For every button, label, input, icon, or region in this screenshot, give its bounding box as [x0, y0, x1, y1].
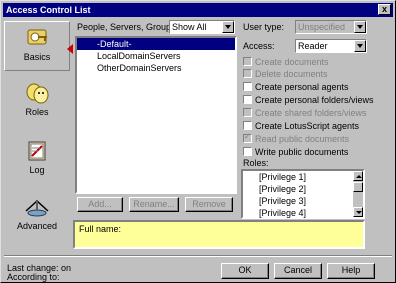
chevron-down-icon[interactable] — [222, 21, 234, 33]
full-name-label: Full name: — [79, 224, 122, 234]
user-type-value: Unspecified — [298, 22, 346, 32]
list-item[interactable]: [Privilege 2] — [243, 183, 363, 195]
checkbox-label: Create personal folders/views — [255, 95, 374, 105]
divider — [4, 255, 392, 257]
create-shared-folders-checkbox[interactable]: Create shared folders/views — [243, 108, 367, 120]
key-icon — [27, 29, 47, 45]
logbook-icon — [28, 141, 46, 161]
advanced-icon — [25, 199, 49, 217]
access-value: Reader — [298, 41, 328, 51]
nav-item-log[interactable]: Log — [4, 139, 70, 189]
ok-button[interactable]: OK — [221, 263, 269, 279]
selection-arrow-icon — [67, 44, 73, 54]
window-title: Access Control List — [6, 5, 91, 15]
checkbox-label: Create LotusScript agents — [255, 121, 360, 131]
nav-label-basics: Basics — [23, 52, 51, 62]
nav-item-advanced[interactable]: Advanced — [4, 195, 70, 245]
acl-dialog: Access Control List x Basics Roles Log A… — [0, 0, 396, 283]
read-public-documents-checkbox[interactable]: Read public documents — [243, 132, 350, 146]
chevron-down-icon[interactable] — [354, 21, 366, 33]
roles-scrollbar[interactable] — [353, 171, 363, 217]
list-item[interactable]: OtherDomainServers — [77, 62, 235, 74]
checkbox-label: Create documents — [255, 57, 329, 67]
nav-item-roles[interactable]: Roles — [4, 81, 70, 131]
masks-icon — [26, 83, 49, 104]
access-dropdown[interactable]: Reader — [295, 39, 367, 53]
cancel-button[interactable]: Cancel — [274, 263, 322, 279]
help-button[interactable]: Help — [327, 263, 375, 279]
nav-panel: Basics Roles Log Advanced — [4, 19, 73, 255]
checkbox-label: Write public documents — [255, 147, 349, 157]
checkbox-label: Create personal agents — [255, 82, 349, 92]
according-to-text: According to: — [7, 272, 60, 282]
access-label: Access: — [243, 41, 275, 51]
user-type-dropdown[interactable]: Unspecified — [295, 20, 367, 34]
chevron-down-icon[interactable] — [354, 40, 366, 52]
people-label: People, Servers, Groups: — [77, 22, 179, 32]
list-item[interactable]: [Privilege 3] — [243, 195, 363, 207]
create-documents-checkbox[interactable]: Create documents — [243, 57, 329, 69]
roles-list[interactable]: [Privilege 1] [Privilege 2] [Privilege 3… — [241, 169, 365, 219]
checkbox-box[interactable] — [243, 82, 252, 91]
scroll-down-icon[interactable] — [353, 207, 363, 217]
create-lotusscript-agents-checkbox[interactable]: Create LotusScript agents — [243, 121, 359, 133]
remove-button[interactable]: Remove — [185, 197, 233, 212]
people-filter-dropdown[interactable]: Show All — [169, 20, 235, 34]
checkbox-box[interactable] — [243, 147, 252, 156]
nav-label-advanced: Advanced — [16, 221, 58, 231]
rename-button[interactable]: Rename... — [129, 197, 179, 212]
checkbox-box[interactable] — [243, 108, 252, 117]
checkbox-box[interactable] — [243, 121, 252, 130]
roles-label: Roles: — [243, 158, 269, 168]
list-item[interactable]: [Privilege 1] — [243, 171, 363, 183]
checkbox-box[interactable] — [243, 69, 252, 78]
checkbox-label: Read public documents — [255, 134, 350, 144]
nav-label-roles: Roles — [25, 107, 49, 117]
create-personal-agents-checkbox[interactable]: Create personal agents — [243, 82, 349, 94]
delete-documents-checkbox[interactable]: Delete documents — [243, 69, 328, 81]
create-personal-folders-checkbox[interactable]: Create personal folders/views — [243, 95, 374, 107]
list-item[interactable]: -Default- — [77, 38, 235, 50]
close-button[interactable]: x — [378, 4, 391, 15]
people-filter-value: Show All — [172, 22, 207, 32]
scroll-up-icon[interactable] — [353, 171, 363, 181]
list-item[interactable]: LocalDomainServers — [77, 50, 235, 62]
checkbox-label: Create shared folders/views — [255, 108, 367, 118]
title-bar: Access Control List x — [3, 3, 393, 17]
full-name-panel: Full name: — [73, 220, 365, 249]
checkbox-label: Delete documents — [255, 69, 328, 79]
add-button[interactable]: Add... — [77, 197, 123, 212]
checkbox-box[interactable] — [243, 57, 252, 66]
list-item[interactable]: [Privilege 4] — [243, 207, 363, 219]
checkbox-box[interactable] — [243, 95, 252, 104]
checkbox-box[interactable] — [243, 132, 252, 143]
people-list[interactable]: -Default- LocalDomainServers OtherDomain… — [75, 36, 237, 194]
nav-label-log: Log — [29, 165, 45, 175]
user-type-label: User type: — [243, 22, 285, 32]
scroll-thumb[interactable] — [353, 182, 363, 192]
nav-item-basics[interactable]: Basics — [4, 21, 73, 71]
